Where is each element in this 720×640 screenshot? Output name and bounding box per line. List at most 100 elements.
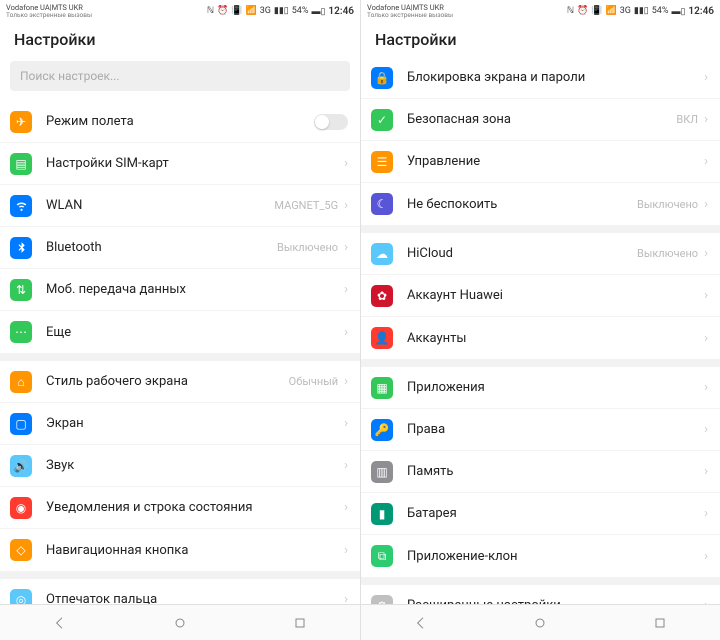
nfc-icon: ℕ bbox=[207, 6, 214, 16]
search-input[interactable]: Поиск настроек... bbox=[10, 61, 350, 91]
fingerprint-icon: ◎ bbox=[10, 589, 32, 605]
chevron-right-icon: › bbox=[704, 464, 708, 479]
row-huawei-account[interactable]: ✿ Аккаунт Huawei › bbox=[361, 275, 720, 317]
chevron-right-icon: › bbox=[704, 246, 708, 261]
group-apps: ▦ Приложения › 🔑 Права › ▥ Память › ▮ Ба… bbox=[361, 367, 720, 577]
row-homestyle[interactable]: ⌂ Стиль рабочего экрана Обычный › bbox=[0, 361, 360, 403]
chevron-right-icon: › bbox=[704, 112, 708, 127]
homestyle-icon: ⌂ bbox=[10, 371, 32, 393]
group-security2: 🔒 Блокировка экрана и пароли › ✓ Безопас… bbox=[361, 57, 720, 225]
chevron-right-icon: › bbox=[344, 592, 348, 604]
battery-icon: ▮ bbox=[371, 503, 393, 525]
wifi-status-icon: 📶 bbox=[605, 6, 616, 16]
row-manage[interactable]: ☰ Управление › bbox=[361, 141, 720, 183]
status-bar: Vodafone UA|MTS UKR Только экстренные вы… bbox=[361, 0, 720, 22]
airplane-icon: ✈ bbox=[10, 111, 32, 133]
row-mobiledata[interactable]: ⇅ Моб. передача данных › bbox=[0, 269, 360, 311]
settings-list-right: 🔒 Блокировка экрана и пароли › ✓ Безопас… bbox=[361, 57, 720, 604]
status-bar: Vodafone UA|MTS UKR Только экстренные вы… bbox=[0, 0, 360, 22]
row-bluetooth[interactable]: Bluetooth Выключено › bbox=[0, 227, 360, 269]
nav-recent-button[interactable] bbox=[290, 613, 310, 633]
airplane-toggle[interactable] bbox=[314, 114, 348, 130]
cloud-icon: ☁ bbox=[371, 243, 393, 265]
row-battery[interactable]: ▮ Батарея › bbox=[361, 493, 720, 535]
clock: 12:46 bbox=[688, 6, 714, 17]
row-hicloud[interactable]: ☁ HiCloud Выключено › bbox=[361, 233, 720, 275]
vibrate-icon: 📳 bbox=[591, 6, 602, 16]
memory-icon: ▥ bbox=[371, 461, 393, 483]
accounts-icon: 👤 bbox=[371, 327, 393, 349]
lock-icon: 🔒 bbox=[371, 67, 393, 89]
net-label: 3G bbox=[620, 6, 631, 16]
row-dnd[interactable]: ☾ Не беспокоить Выключено › bbox=[361, 183, 720, 225]
row-airplane[interactable]: ✈ Режим полета bbox=[0, 101, 360, 143]
search-placeholder: Поиск настроек... bbox=[20, 69, 120, 83]
settings-list-left: ✈ Режим полета ▤ Настройки SIM-карт › WL… bbox=[0, 101, 360, 604]
chevron-right-icon: › bbox=[704, 506, 708, 521]
page-title: Настройки bbox=[361, 22, 720, 57]
chevron-right-icon: › bbox=[344, 240, 348, 255]
row-advanced[interactable]: ⚙ Расширенные настройки › bbox=[361, 585, 720, 604]
notif-icon: ◉ bbox=[10, 497, 32, 519]
row-fingerprint[interactable]: ◎ Отпечаток пальца › bbox=[0, 579, 360, 604]
nav-home-button[interactable] bbox=[530, 613, 550, 633]
net-label: 3G bbox=[260, 6, 271, 16]
battery-pct: 54% bbox=[292, 6, 309, 16]
row-memory[interactable]: ▥ Память › bbox=[361, 451, 720, 493]
row-apps[interactable]: ▦ Приложения › bbox=[361, 367, 720, 409]
dnd-icon: ☾ bbox=[371, 193, 393, 215]
chevron-right-icon: › bbox=[344, 282, 348, 297]
system-navbar bbox=[0, 604, 360, 640]
wifi-status-icon: 📶 bbox=[245, 6, 256, 16]
page-title: Настройки bbox=[0, 22, 360, 57]
nav-recent-button[interactable] bbox=[650, 613, 670, 633]
nav-back-button[interactable] bbox=[411, 613, 431, 633]
chevron-right-icon: › bbox=[704, 197, 708, 212]
navkey-icon: ◇ bbox=[10, 539, 32, 561]
display-icon: ▢ bbox=[10, 413, 32, 435]
row-notifications[interactable]: ◉ Уведомления и строка состояния › bbox=[0, 487, 360, 529]
chevron-right-icon: › bbox=[344, 416, 348, 431]
row-permissions[interactable]: 🔑 Права › bbox=[361, 409, 720, 451]
row-lockscreen[interactable]: 🔒 Блокировка экрана и пароли › bbox=[361, 57, 720, 99]
group-connectivity: ✈ Режим полета ▤ Настройки SIM-карт › WL… bbox=[0, 101, 360, 353]
chevron-right-icon: › bbox=[344, 325, 348, 340]
row-display[interactable]: ▢ Экран › bbox=[0, 403, 360, 445]
wifi-icon bbox=[10, 195, 32, 217]
row-more[interactable]: ⋯ Еще › bbox=[0, 311, 360, 353]
chevron-right-icon: › bbox=[704, 331, 708, 346]
data-icon: ⇅ bbox=[10, 279, 32, 301]
more-icon: ⋯ bbox=[10, 321, 32, 343]
manage-icon: ☰ bbox=[371, 151, 393, 173]
chevron-right-icon: › bbox=[344, 543, 348, 558]
row-safezone[interactable]: ✓ Безопасная зона ВКЛ › bbox=[361, 99, 720, 141]
advanced-icon: ⚙ bbox=[371, 595, 393, 605]
chevron-right-icon: › bbox=[344, 374, 348, 389]
group-display: ⌂ Стиль рабочего экрана Обычный › ▢ Экра… bbox=[0, 361, 360, 571]
sim-icon: ▤ bbox=[10, 153, 32, 175]
nav-home-button[interactable] bbox=[170, 613, 190, 633]
clock: 12:46 bbox=[328, 6, 354, 17]
group-system: ⚙ Расширенные настройки › ⟳ Обновление с… bbox=[361, 585, 720, 604]
group-security: ◎ Отпечаток пальца › 🔒 Блокировка экрана… bbox=[0, 579, 360, 604]
chevron-right-icon: › bbox=[704, 422, 708, 437]
chevron-right-icon: › bbox=[344, 458, 348, 473]
chevron-right-icon: › bbox=[704, 549, 708, 564]
system-navbar bbox=[361, 604, 720, 640]
clone-icon: ⧉ bbox=[371, 545, 393, 567]
vibrate-icon: 📳 bbox=[231, 6, 242, 16]
row-appclone[interactable]: ⧉ Приложение-клон › bbox=[361, 535, 720, 577]
signal-icon: ▮▮▯ bbox=[274, 6, 289, 16]
battery-pct: 54% bbox=[652, 6, 669, 16]
row-navkey[interactable]: ◇ Навигационная кнопка › bbox=[0, 529, 360, 571]
row-accounts[interactable]: 👤 Аккаунты › bbox=[361, 317, 720, 359]
row-sim[interactable]: ▤ Настройки SIM-карт › bbox=[0, 143, 360, 185]
phone-right: Vodafone UA|MTS UKR Только экстренные вы… bbox=[360, 0, 720, 640]
chevron-right-icon: › bbox=[344, 500, 348, 515]
search-wrap: Поиск настроек... bbox=[0, 57, 360, 101]
alarm-icon: ⏰ bbox=[217, 6, 228, 16]
nav-back-button[interactable] bbox=[50, 613, 70, 633]
alarm-icon: ⏰ bbox=[577, 6, 588, 16]
row-wlan[interactable]: WLAN MAGNET_5G › bbox=[0, 185, 360, 227]
row-sound[interactable]: 🔊 Звук › bbox=[0, 445, 360, 487]
